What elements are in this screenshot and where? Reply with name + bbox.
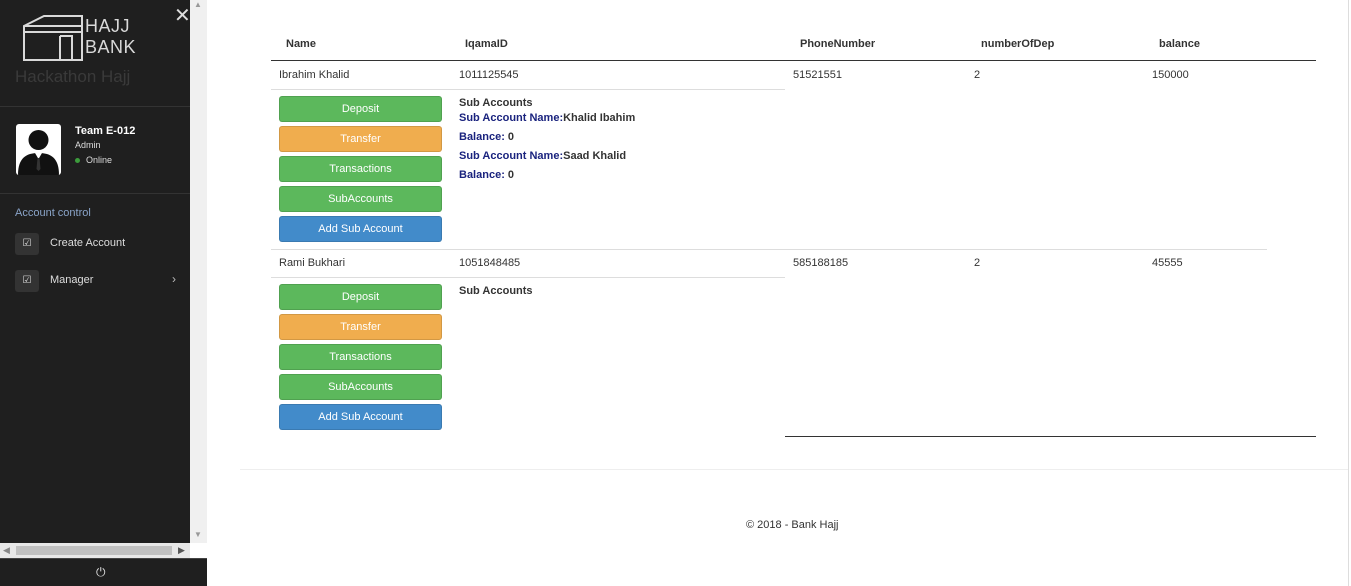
sub-account-name: Sub Account Name:Saad Khalid [459, 150, 626, 162]
power-icon[interactable]: ⏻ [96, 565, 106, 580]
row2-name: Rami Bukhari [279, 257, 346, 269]
sidebar: HAJJ BANK Hackathon Hajj ✕ Team E-012 Ad… [0, 0, 191, 586]
sub-account-balance-value: 0 [507, 169, 515, 181]
row1-name: Ibrahim Khalid [279, 69, 350, 81]
row1-deps: 2 [974, 69, 981, 81]
header-phone: PhoneNumber [800, 38, 876, 50]
header-deps: numberOfDep [981, 38, 1055, 50]
sidebar-footer: ⏻ [0, 558, 207, 586]
status-text: Online [86, 155, 113, 165]
header-divider [271, 60, 1316, 61]
scroll-left-icon[interactable]: ◀ [3, 545, 10, 556]
sub-account-balance-label: Balance: [459, 169, 505, 181]
profile: Team E-012 Admin Online [0, 108, 190, 194]
sub-account-balance: Balance: 0 [459, 169, 514, 181]
row-divider [271, 249, 1267, 250]
sub-account-balance-label: Balance: [459, 131, 505, 143]
online-dot-icon [75, 158, 80, 164]
deposit-button[interactable]: Deposit [279, 96, 442, 122]
sidebar-item-manager[interactable]: ☑ Manager › [0, 266, 190, 296]
chevron-right-icon: › [172, 272, 176, 286]
sub-account-balance-value: 0 [507, 131, 515, 143]
profile-role: Admin [75, 140, 101, 150]
subaccounts-button[interactable]: SubAccounts [279, 186, 442, 212]
row2-divider [271, 277, 785, 278]
transfer-button[interactable]: Transfer [279, 314, 442, 340]
scroll-right-icon[interactable]: ▶ [178, 545, 185, 556]
row2-deps: 2 [974, 257, 981, 269]
row1-phone: 51521551 [793, 69, 842, 81]
scrollbar-thumb[interactable] [16, 546, 172, 555]
user-silhouette-icon [18, 130, 59, 175]
sidebar-item-label: Manager [50, 274, 94, 286]
header-iqama: IqamaID [465, 38, 508, 50]
profile-status: Online [75, 155, 112, 165]
row1-iqama: 1011125545 [459, 69, 519, 81]
sub-account-name-value: Saad Khalid [563, 150, 627, 162]
deposit-button[interactable]: Deposit [279, 284, 442, 310]
sub-accounts-title: Sub Accounts [459, 285, 533, 297]
copyright: © 2018 - Bank Hajj [746, 519, 839, 531]
sub-account-name: Sub Account Name:Khalid Ibahim [459, 112, 635, 124]
brand: HAJJ BANK Hackathon Hajj ✕ [0, 0, 191, 107]
footer-divider [240, 469, 1348, 470]
add-sub-account-button[interactable]: Add Sub Account [279, 404, 442, 430]
row1-balance: 150000 [1152, 69, 1189, 81]
profile-name: Team E-012 [75, 125, 136, 137]
horizontal-scrollbar[interactable]: ◀ ▶ [0, 543, 190, 558]
logo-text: HAJJ BANK [85, 16, 136, 58]
logo-text-line2: BANK [85, 37, 137, 57]
menu-header: Account control [15, 207, 91, 219]
row1-divider [271, 89, 785, 90]
transactions-button[interactable]: Transactions [279, 344, 442, 370]
sidebar-item-create-account[interactable]: ☑ Create Account [0, 229, 190, 259]
sidebar-item-label: Create Account [50, 237, 126, 249]
sub-account-balance: Balance: 0 [459, 131, 514, 143]
checkbox-icon: ☑ [15, 233, 39, 255]
checkbox-icon: ☑ [15, 270, 39, 292]
table-bottom-divider [785, 436, 1316, 437]
header-balance: balance [1159, 38, 1200, 50]
sub-account-name-value: Khalid Ibahim [563, 112, 636, 124]
avatar [16, 124, 61, 175]
transfer-button[interactable]: Transfer [279, 126, 442, 152]
add-sub-account-button[interactable]: Add Sub Account [279, 216, 442, 242]
vertical-scrollbar[interactable]: ▲ ▼ [190, 0, 207, 543]
sub-account-name-label: Sub Account Name: [459, 150, 564, 162]
transactions-button[interactable]: Transactions [279, 156, 442, 182]
logo-text-line1: HAJJ [85, 16, 131, 36]
row2-balance: 45555 [1152, 257, 1183, 269]
scroll-up-icon[interactable]: ▲ [194, 0, 202, 9]
row2-phone: 585188185 [793, 257, 849, 269]
header-name: Name [286, 38, 316, 50]
sub-accounts-title: Sub Accounts [459, 97, 533, 109]
sidebar-subtitle: Hackathon Hajj [15, 67, 131, 86]
scroll-down-icon[interactable]: ▼ [194, 530, 202, 539]
right-edge [1348, 0, 1349, 586]
sub-account-name-label: Sub Account Name: [459, 112, 564, 124]
subaccounts-button[interactable]: SubAccounts [279, 374, 442, 400]
row2-iqama: 1051848485 [459, 257, 521, 269]
